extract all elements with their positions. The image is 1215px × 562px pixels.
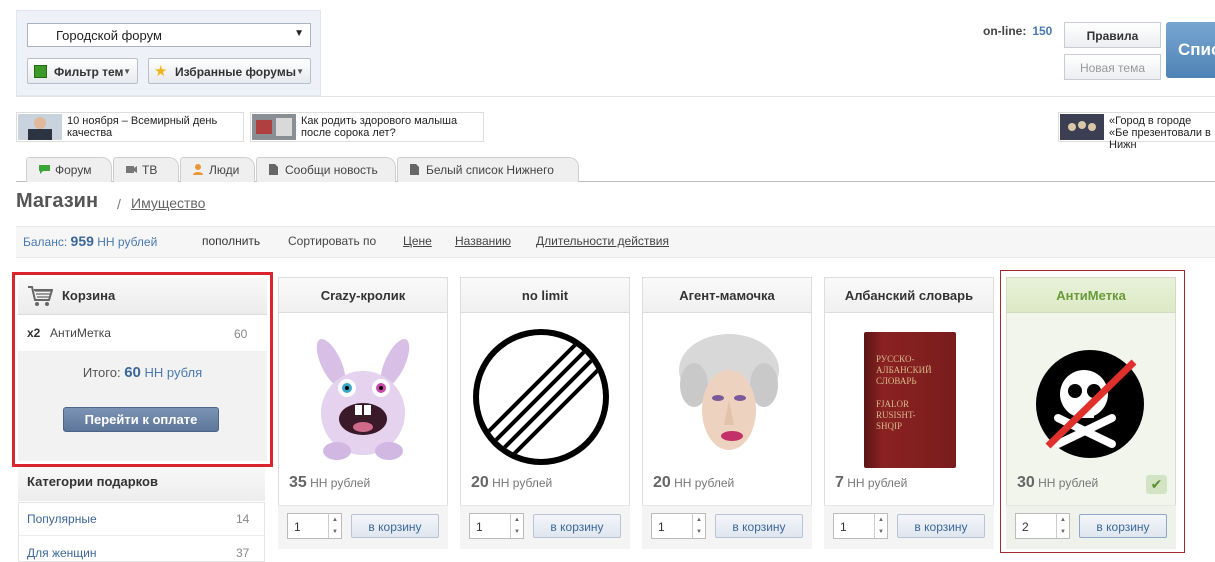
- news-thumbnail: [252, 114, 296, 140]
- checkmark-icon: ✔: [1146, 475, 1167, 494]
- product-name: Агент-мамочка: [642, 277, 812, 313]
- spinner-arrows-icon[interactable]: ▲ ▼: [692, 514, 705, 538]
- topup-link[interactable]: пополнить: [202, 234, 260, 248]
- list-button[interactable]: Спис: [1166, 22, 1215, 78]
- add-to-cart-button[interactable]: в корзину: [533, 514, 621, 538]
- product-name: Албанский словарь: [824, 277, 994, 313]
- sort-label: Сортировать по: [288, 234, 377, 248]
- breadcrumb-link[interactable]: Имущество: [131, 195, 205, 211]
- online-counter: on-line: 150: [983, 24, 1053, 38]
- favorite-forums-button[interactable]: ★ Избранные форумы ▼: [148, 58, 311, 84]
- chevron-down-icon: ▼: [296, 67, 304, 76]
- add-to-cart-button[interactable]: в корзину: [1079, 514, 1167, 538]
- chevron-down-icon: ▼: [123, 67, 131, 76]
- news-item[interactable]: «Город в городе «Бе презентовали в Нижн: [1058, 112, 1215, 151]
- filter-button[interactable]: Фильтр тем ▼: [27, 58, 138, 84]
- spinner-arrows-icon[interactable]: ▲ ▼: [510, 514, 523, 538]
- product-price: 20 НН рублей: [471, 474, 553, 491]
- filter-icon: [34, 65, 47, 78]
- document-icon: [269, 164, 278, 175]
- product-price: 35 НН рублей: [289, 474, 371, 491]
- cart-total: Итого: 60 НН рубля: [82, 364, 203, 381]
- sort-by-name[interactable]: Названию: [455, 234, 511, 248]
- tab-forum[interactable]: Форум: [26, 157, 112, 182]
- quantity-stepper[interactable]: 1 ▲ ▼: [469, 513, 524, 539]
- product-price: 20 НН рублей: [653, 474, 735, 491]
- product-price: 30 НН рублей: [1017, 474, 1099, 491]
- divider: [16, 96, 1215, 97]
- add-to-cart-button[interactable]: в корзину: [897, 514, 985, 538]
- tab-send-news[interactable]: Сообщи новость: [256, 157, 396, 182]
- anti-mark-image[interactable]: [1034, 348, 1146, 460]
- category-women[interactable]: Для женщин: [27, 546, 97, 560]
- spinner-arrows-icon[interactable]: ▲ ▼: [1056, 514, 1069, 538]
- categories-title: Категории подарков: [27, 474, 158, 489]
- tab-white-list[interactable]: Белый список Нижнего: [397, 157, 579, 182]
- agent-mom-image[interactable]: [674, 330, 784, 466]
- crazy-rabbit-image[interactable]: [303, 333, 423, 463]
- news-item[interactable]: 10 ноября – Всемирный день качества: [16, 112, 244, 142]
- news-thumbnail: [18, 114, 62, 140]
- forum-select[interactable]: Городской форум ▼: [27, 23, 311, 47]
- quantity-stepper[interactable]: 1 ▲ ▼: [287, 513, 342, 539]
- speech-bubble-icon: [39, 165, 50, 174]
- category-count: 37: [236, 546, 250, 560]
- add-to-cart-button[interactable]: в корзину: [715, 514, 803, 538]
- document-icon: [410, 164, 419, 175]
- quantity-stepper[interactable]: 1 ▲ ▼: [833, 513, 888, 539]
- cart-item-price: 60: [234, 327, 248, 341]
- checkout-button[interactable]: Перейти к оплате: [63, 407, 219, 432]
- person-icon: [193, 164, 203, 175]
- spinner-arrows-icon[interactable]: ▲ ▼: [874, 514, 887, 538]
- spinner-arrows-icon[interactable]: ▲ ▼: [328, 514, 341, 538]
- category-count: 14: [236, 512, 250, 526]
- sort-by-duration[interactable]: Длительности действия: [536, 234, 669, 248]
- cart-header: [18, 278, 267, 315]
- tab-tv[interactable]: ТВ: [113, 157, 179, 182]
- quantity-stepper[interactable]: 1 ▲ ▼: [651, 513, 706, 539]
- product-name: АнтиМетка: [1006, 277, 1176, 313]
- quantity-stepper[interactable]: 2 ▲ ▼: [1015, 513, 1070, 539]
- balance: Баланс: 959 НН рублей: [23, 233, 158, 249]
- product-price: 7 НН рублей: [835, 474, 908, 491]
- product-name: no limit: [460, 277, 630, 313]
- new-topic-button[interactable]: Новая тема: [1064, 54, 1161, 80]
- star-icon: ★: [154, 63, 168, 80]
- cart-item-name: АнтиМетка: [50, 326, 111, 340]
- albanian-dictionary-image[interactable]: РУССКО- АЛБАНСКИЙ СЛОВАРЬ FJALOR RUSISHT…: [864, 332, 956, 468]
- news-item[interactable]: Как родить здорового малыша после сорока…: [250, 112, 484, 142]
- camera-icon: [126, 166, 137, 173]
- category-popular[interactable]: Популярные: [27, 512, 97, 526]
- chevron-down-icon: ▼: [294, 28, 304, 39]
- divider: [18, 535, 265, 536]
- product-name: Crazy-кролик: [278, 277, 448, 313]
- tab-people[interactable]: Люди: [180, 157, 255, 182]
- cart-title: Корзина: [62, 288, 116, 303]
- page-title: Магазин: [16, 190, 99, 212]
- cart-icon: [28, 286, 53, 306]
- sort-by-price[interactable]: Цене: [403, 234, 432, 248]
- cart-item-qty: x2: [27, 326, 41, 340]
- breadcrumb-separator: /: [117, 196, 121, 212]
- add-to-cart-button[interactable]: в корзину: [351, 514, 439, 538]
- rules-button[interactable]: Правила: [1064, 22, 1161, 48]
- no-limit-sign-image[interactable]: [471, 327, 611, 467]
- news-thumbnail: [1060, 114, 1104, 140]
